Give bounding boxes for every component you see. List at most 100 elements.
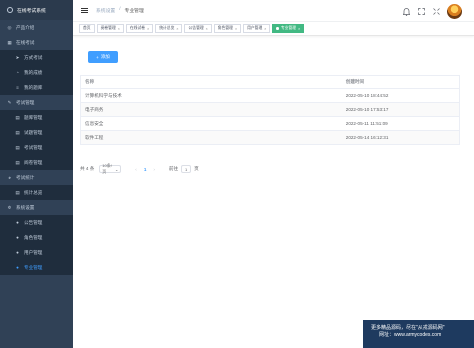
breadcrumb: 系统设置 / 专业管理 (96, 7, 144, 14)
plus-icon: + (96, 54, 99, 60)
sidebar-item[interactable]: ◎ 产品介绍 (0, 20, 73, 35)
sidebar-item[interactable]: ✲ 系统设置 (0, 200, 73, 215)
avatar[interactable] (447, 4, 462, 19)
sidebar-item[interactable]: ▤ 试题管理 (0, 125, 73, 140)
user-icon: ● (16, 235, 19, 240)
sidebar-item-label: 统计总览 (24, 189, 43, 195)
sidebar-item[interactable]: ▤ 阅卷管理 (0, 155, 73, 170)
table-row[interactable]: 电子商务 2022-05-10 17:53:17 (81, 103, 459, 117)
doc-icon: ▤ (15, 129, 20, 135)
sidebar-item[interactable]: ✎ 考试管理 (0, 95, 73, 110)
tag-item[interactable]: 在线试卷 × (125, 24, 154, 33)
sidebar-item-label: 阅卷管理 (24, 159, 43, 165)
user-icon: ● (16, 250, 19, 255)
close-icon[interactable]: × (264, 27, 266, 31)
expand-icon[interactable] (417, 8, 425, 16)
table-row[interactable]: 信息安全 2022-05-11 11:51:09 (81, 117, 459, 131)
sidebar-item[interactable]: ● 专业管理 (0, 260, 73, 275)
bulb-icon: ◔ (16, 70, 19, 75)
page-number-current[interactable]: 1 (144, 167, 147, 172)
close-icon[interactable]: × (206, 27, 208, 31)
sidebar-item-label: 角色管理 (24, 234, 43, 240)
pagination: 共 4 条 10条/页 ⌄ ‹ 1 › 前往 1 页 (80, 163, 199, 174)
sidebar-item[interactable]: ▦ 在线考试 (0, 35, 73, 50)
cell-created: 2022-05-14 16:12:31 (345, 135, 389, 140)
breadcrumb-item[interactable]: 系统设置 (96, 7, 115, 14)
sidebar-item-label: 我的题库 (24, 84, 43, 90)
close-icon[interactable]: × (235, 27, 237, 31)
cell-created: 2022-05-11 11:51:09 (345, 121, 388, 126)
sidebar-item-label: 公告管理 (24, 219, 43, 225)
prev-page-button[interactable]: ‹ (135, 167, 137, 172)
sidebar-item[interactable]: ≡ 我的题库 (0, 80, 73, 95)
sidebar-item[interactable]: ● 角色管理 (0, 230, 73, 245)
user-icon: ● (16, 220, 19, 225)
tag-item[interactable]: 用户管理 × (243, 24, 271, 33)
tag-item[interactable]: 统计总览 × (155, 24, 183, 33)
goto-page-input[interactable]: 1 (181, 165, 192, 173)
tag-item[interactable]: 专业管理 × (272, 24, 305, 33)
column-header-created: 创建时间 (345, 79, 365, 84)
sidebar-item-label: 系统设置 (16, 204, 35, 210)
close-icon[interactable]: × (298, 27, 300, 31)
tag-label: 统计总览 (159, 26, 175, 30)
close-icon[interactable]: × (176, 27, 178, 31)
cell-name: 软件工程 (85, 134, 104, 140)
major-table: 名称 创建时间 计算机科学与技术 2022-05-10 18:44:52 电子商务 2… (80, 75, 460, 145)
chevron-down-icon: ⌄ (114, 166, 119, 172)
paper-plane-icon: ➤ (15, 54, 20, 60)
bell-icon[interactable] (402, 7, 410, 16)
doc-icon: ▤ (15, 189, 20, 195)
goto-label: 前往 (168, 166, 179, 171)
cell-name: 电子商务 (85, 106, 104, 112)
tag-label: 角色管理 (217, 26, 233, 30)
doc-icon: ▤ (15, 159, 20, 165)
tag-label: 在线试卷 (129, 26, 146, 30)
tags-view-bar: 首页 阅卷管理 × 在线试卷 × 统计总览 × 公告管理 × 角色管理 × 用户管理 × 专业管理 × (73, 22, 474, 36)
table-row[interactable]: 计算机科学与技术 2022-05-10 18:44:52 (81, 89, 459, 103)
breadcrumb-current: 专业管理 (124, 9, 144, 14)
sidebar-item[interactable]: ▤ 统计总览 (0, 185, 73, 200)
watermark-line-2: 网址：www.armycodes.com (379, 332, 442, 338)
sidebar-item[interactable]: ▤ 题库管理 (0, 110, 73, 125)
sidebar-item-label: 专业管理 (24, 264, 43, 270)
sidebar-item[interactable]: ● 公告管理 (0, 215, 73, 230)
sidebar-item[interactable]: ◔ 我的成绩 (0, 65, 73, 80)
next-page-button[interactable]: › (153, 167, 155, 172)
tag-label: 专业管理 (280, 26, 297, 30)
tag-item[interactable]: 公告管理 × (184, 24, 212, 33)
page-size-select[interactable]: 10条/页 ⌄ (99, 163, 122, 174)
close-icon[interactable]: × (118, 27, 120, 31)
table-row[interactable]: 软件工程 2022-05-14 16:12:31 (81, 131, 459, 145)
doc-icon: ▤ (15, 114, 20, 120)
sidebar: 在线考试系统 ◎ 产品介绍 ▦ 在线考试 ➤ 方式考试 ◔ 我的成绩 ≡ 我的题库 ✎ 考试管理 ▤ 题库… (0, 0, 73, 348)
tag-item[interactable]: 角色管理 × (213, 24, 242, 33)
sidebar-item-label: 我的成绩 (24, 69, 43, 75)
cell-created: 2022-05-10 18:44:52 (345, 93, 389, 98)
tag-item[interactable]: 阅卷管理 × (96, 24, 124, 33)
home-icon: ◎ (7, 24, 12, 30)
brand[interactable]: 在线考试系统 (0, 0, 73, 20)
active-dot-icon (276, 27, 279, 30)
sidebar-item-label: 考试统计 (16, 174, 35, 180)
table-header: 名称 创建时间 (81, 76, 459, 89)
tag-item[interactable]: 首页 (79, 24, 95, 33)
user-icon: ● (16, 265, 19, 270)
tag-label: 公告管理 (188, 26, 204, 30)
cell-created: 2022-05-10 17:53:17 (345, 107, 389, 112)
hamburger-icon[interactable] (81, 7, 88, 14)
sidebar-item-label: 产品介绍 (16, 24, 35, 30)
sidebar-item[interactable]: ▤ 考试管理 (0, 140, 73, 155)
page-size-value: 10条/页 (102, 163, 112, 174)
sidebar-item[interactable]: ➤ 方式考试 (0, 50, 73, 65)
edit-icon: ✎ (7, 99, 12, 105)
close-icon[interactable]: × (147, 27, 149, 31)
add-button[interactable]: + 添加 (88, 51, 118, 63)
column-header-name: 名称 (85, 79, 95, 84)
sidebar-item-label: 用户管理 (24, 249, 43, 255)
cell-name: 计算机科学与技术 (85, 92, 122, 98)
sidebar-item[interactable]: ● 用户管理 (0, 245, 73, 260)
sidebar-item-label: 方式考试 (24, 54, 43, 60)
sidebar-item[interactable]: ◕ 考试统计 (0, 170, 73, 185)
fullscreen-icon[interactable] (432, 8, 440, 16)
